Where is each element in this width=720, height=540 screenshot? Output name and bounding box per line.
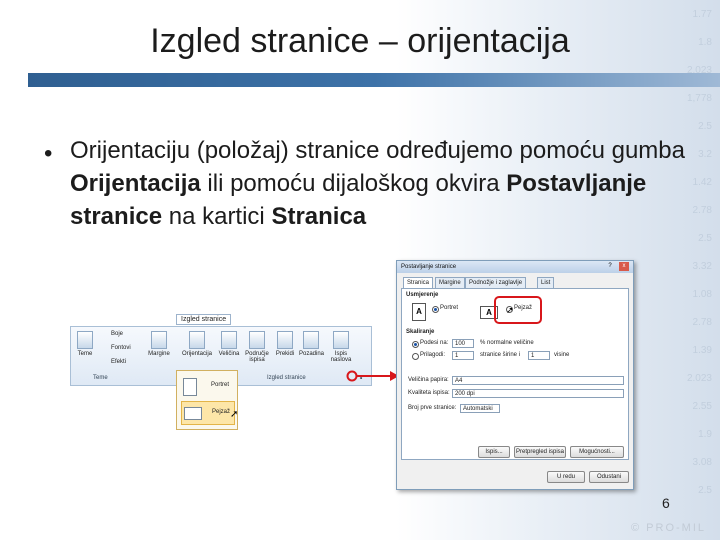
background-number: 2.5	[698, 233, 712, 244]
portrait-radio-label: Portret	[440, 305, 459, 311]
bullet-marker: •	[44, 140, 53, 167]
button-label: Margine	[148, 351, 170, 357]
print-quality-select[interactable]: 200 dpi	[452, 389, 624, 398]
margins-icon	[151, 331, 167, 349]
margins-button[interactable]: Margine	[147, 331, 171, 357]
options-button[interactable]: Mogućnosti...	[570, 446, 624, 458]
dialog-title: Postavljanje stranice	[401, 264, 457, 270]
copyright-text: © PRO-MIL	[631, 522, 706, 534]
button-label: Orijentacija	[181, 351, 212, 357]
fit-wide-field[interactable]: 1	[452, 351, 474, 360]
dropdown-item-label: Pejzaž	[212, 409, 231, 415]
slide-title: Izgled stranice – orijentacija	[150, 22, 570, 60]
button-label: Teme	[77, 351, 93, 357]
cancel-button[interactable]: Odustani	[589, 471, 629, 483]
page-number: 6	[662, 495, 670, 511]
group-label-themes: Teme	[93, 375, 108, 381]
body-bold-orijentacija: Orijentacija	[70, 170, 201, 197]
button-label: Ispis naslova	[330, 351, 352, 363]
button-label: Veličina	[218, 351, 240, 357]
dialog-titlebar: Postavljanje stranice	[397, 261, 633, 273]
connector-arrow-icon	[346, 370, 399, 382]
portrait-radio[interactable]	[432, 306, 439, 313]
print-preview-button[interactable]: Pretpregled ispisa	[514, 446, 566, 458]
page-setup-dialog: Postavljanje stranice ? x Stranica Margi…	[396, 260, 634, 490]
breaks-icon	[277, 331, 293, 349]
print-area-button[interactable]: Područje ispisa	[245, 331, 269, 363]
orientation-icon	[189, 331, 205, 349]
adjust-radio[interactable]	[412, 341, 419, 348]
fit-radio[interactable]	[412, 353, 419, 360]
background-icon	[303, 331, 319, 349]
portrait-page-icon	[183, 378, 197, 396]
body-bold-stranica: Stranica	[271, 203, 367, 230]
first-page-label: Broj prve stranice:	[408, 405, 457, 411]
adjust-label: Podesi na:	[420, 340, 449, 346]
themes-icon	[77, 331, 93, 349]
themes-button[interactable]: Teme	[73, 331, 97, 357]
dropdown-item-landscape[interactable]: Pejzaž	[181, 401, 235, 425]
title-underline-bar	[28, 73, 720, 87]
fit-tall-suffix: visine	[554, 352, 570, 358]
button-label: Područje ispisa	[245, 351, 269, 363]
print-titles-icon	[333, 331, 349, 349]
orientation-section-label: Usmjerenje	[406, 292, 439, 298]
adjust-percent-field[interactable]: 100	[452, 339, 474, 348]
effects-button[interactable]: Efekti	[111, 359, 126, 365]
print-titles-button[interactable]: Ispis naslova	[329, 331, 353, 363]
print-quality-label: Kvaliteta ispisa:	[408, 390, 450, 396]
button-label: Prekidi	[275, 351, 295, 357]
mouse-cursor-icon: ➚	[506, 305, 514, 315]
colors-button[interactable]: Boje	[111, 331, 123, 337]
ok-button[interactable]: U redu	[547, 471, 585, 483]
orientation-button[interactable]: Orijentacija	[177, 331, 217, 357]
background-button[interactable]: Pozadina	[299, 331, 325, 357]
landscape-page-icon	[184, 407, 202, 420]
tab-list[interactable]: List	[537, 277, 555, 288]
fonts-button[interactable]: Fontovi	[111, 345, 131, 351]
body-text-part: ili pomoću dijaloškog okvira	[200, 170, 507, 197]
fit-label: Prilagodi:	[420, 352, 446, 358]
help-button[interactable]: ?	[605, 262, 615, 271]
scaling-section-label: Skaliranje	[406, 329, 435, 335]
tab-header-footer[interactable]: Podnožje i zaglavlje	[465, 277, 527, 288]
landscape-highlight-box	[494, 296, 542, 324]
body-text-part: na kartici	[162, 203, 272, 230]
dropdown-item-label: Portret	[211, 382, 230, 388]
background-number: 1,778	[686, 93, 712, 104]
slide: 1.77 1.8 2.023 1,778 2.5 3.2 1.42 2.78 2.5 3.32 1.…	[0, 0, 720, 540]
bullet-text: Orijentaciju (položaj) stranice određuje…	[70, 134, 690, 233]
size-button[interactable]: Veličina	[217, 331, 241, 357]
ribbon-tab-tooltip: Izgled stranice	[176, 314, 232, 325]
breaks-button[interactable]: Prekidi	[273, 331, 297, 357]
orientation-dropdown: Portret Pejzaž	[176, 370, 238, 430]
body-text-part: Orijentaciju (položaj) stranice određuje…	[70, 137, 685, 164]
adjust-suffix: % normalne veličine	[480, 340, 534, 346]
paper-size-select[interactable]: A4	[452, 376, 624, 385]
portrait-preview-icon: A	[412, 303, 426, 321]
print-area-icon	[249, 331, 265, 349]
print-button[interactable]: Ispis...	[478, 446, 510, 458]
dropdown-item-portrait[interactable]: Portret	[181, 375, 233, 397]
first-page-field[interactable]: Automatski	[460, 404, 500, 413]
group-label-page-setup: Izgled stranice	[267, 375, 306, 381]
tab-margine[interactable]: Margine	[435, 277, 465, 288]
fit-wide-suffix: stranice širine i	[480, 352, 521, 358]
paper-size-label: Veličina papira:	[408, 377, 449, 383]
fit-tall-field[interactable]: 1	[528, 351, 550, 360]
button-label: Pozadina	[299, 351, 325, 357]
size-icon	[221, 331, 237, 349]
close-button[interactable]: x	[619, 262, 629, 271]
mouse-cursor-icon: ➚	[230, 409, 239, 420]
